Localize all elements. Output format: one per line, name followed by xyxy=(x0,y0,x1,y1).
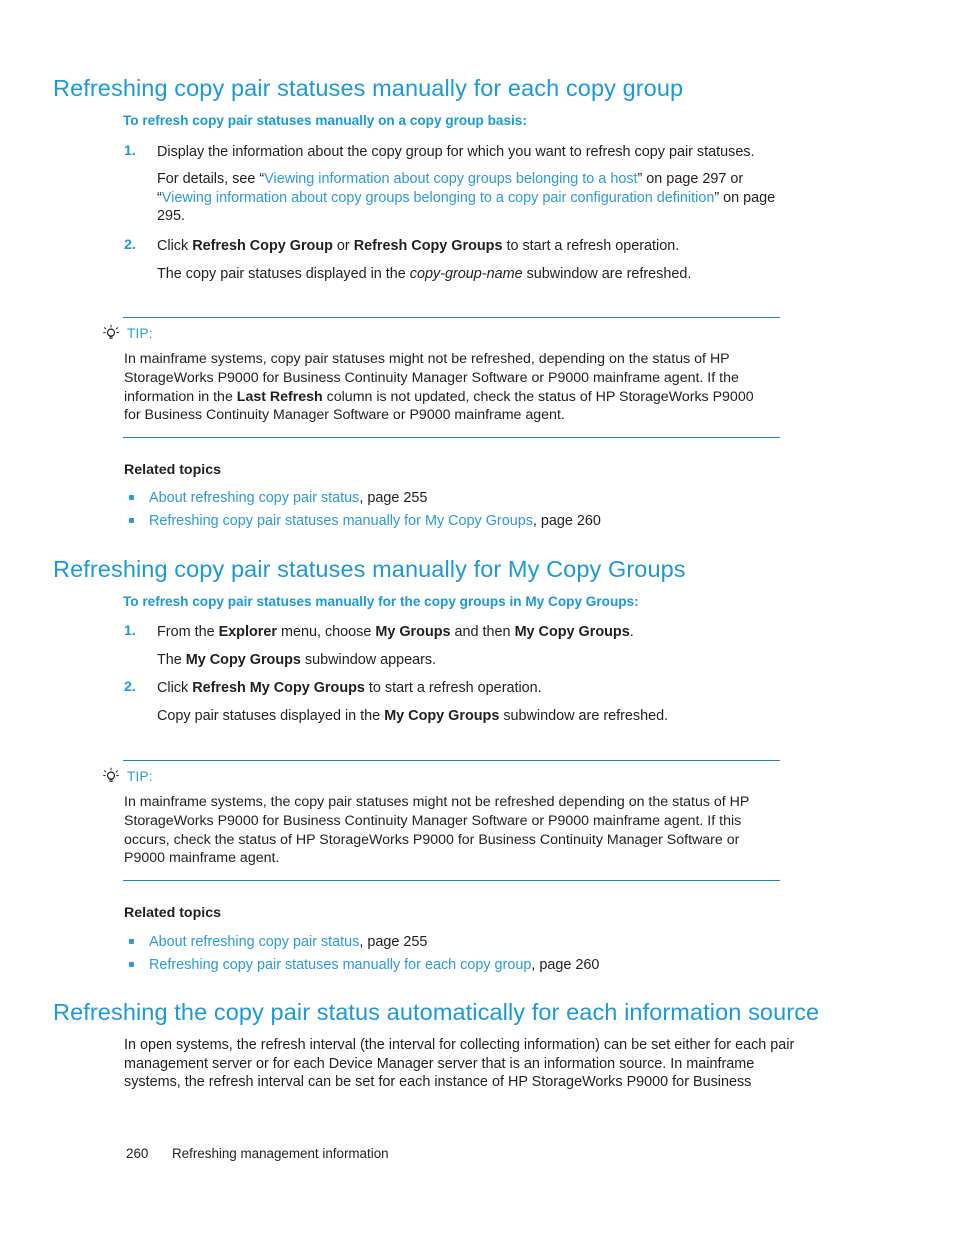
tip-label: TIP: xyxy=(127,326,153,341)
tip-body-text: In mainframe systems, copy pair statuses… xyxy=(124,350,774,425)
list-bullet-icon xyxy=(129,495,134,500)
ui-label-bold: My Groups xyxy=(375,624,451,640)
ui-label-bold: Refresh Copy Groups xyxy=(353,238,503,254)
text-fragment: subwindow appears. xyxy=(300,652,437,668)
step-result-text: The copy pair statuses displayed in the … xyxy=(157,265,802,284)
step-result-text: Copy pair statuses displayed in the My C… xyxy=(157,707,802,726)
detail-prefix: For details, see “ xyxy=(157,171,265,187)
page-reference: , page 255 xyxy=(359,490,428,506)
text-fragment: and then xyxy=(450,624,515,640)
step-detail-text: For details, see “Viewing information ab… xyxy=(157,170,802,226)
list-bullet-icon xyxy=(129,962,134,967)
page-reference: , page 255 xyxy=(359,934,428,950)
step-text: From the Explorer menu, choose My Groups… xyxy=(157,623,802,642)
step-result-text: The My Copy Groups subwindow appears. xyxy=(157,651,802,670)
list-bullet-icon xyxy=(129,518,134,523)
ui-label-bold: My Copy Groups xyxy=(384,708,500,724)
text-fragment: menu, choose xyxy=(276,624,376,640)
step-text: Click Refresh Copy Group or Refresh Copy… xyxy=(157,237,802,256)
cross-reference-link[interactable]: Viewing information about copy groups be… xyxy=(264,171,637,187)
section-heading-2: Refreshing copy pair statuses manually f… xyxy=(53,556,686,582)
list-item: Refreshing copy pair statuses manually f… xyxy=(149,956,599,974)
tip-rule-bottom xyxy=(123,880,780,882)
section-subheading-2: To refresh copy pair statuses manually f… xyxy=(123,594,639,609)
ui-label-bold: My Copy Groups xyxy=(514,624,630,640)
section-subheading-1: To refresh copy pair statuses manually o… xyxy=(123,113,527,128)
cross-reference-link[interactable]: About refreshing copy pair status xyxy=(149,934,359,950)
step-number: 2. xyxy=(124,679,136,695)
page-reference: , page 260 xyxy=(532,513,601,529)
cross-reference-link[interactable]: Refreshing copy pair statuses manually f… xyxy=(149,957,531,973)
ui-label-bold: Refresh Copy Group xyxy=(192,238,333,254)
cross-reference-link[interactable]: Viewing information about copy groups be… xyxy=(162,190,715,206)
step-text: Display the information about the copy g… xyxy=(157,144,755,160)
text-fragment: subwindow are refreshed. xyxy=(522,266,692,282)
ui-label-bold: Refresh My Copy Groups xyxy=(192,680,365,696)
cross-reference-link[interactable]: About refreshing copy pair status xyxy=(149,490,359,506)
variable-italic: copy-group-name xyxy=(409,266,523,282)
lightbulb-icon xyxy=(101,767,121,787)
page-number: 260 xyxy=(126,1146,149,1161)
list-item: Refreshing copy pair statuses manually f… xyxy=(149,512,601,530)
lightbulb-icon xyxy=(101,324,121,344)
page-reference: , page 260 xyxy=(531,957,600,973)
list-bullet-icon xyxy=(129,939,134,944)
section-body-text: In open systems, the refresh interval (t… xyxy=(124,1037,795,1091)
related-topics-title: Related topics xyxy=(124,905,221,921)
step-number: 2. xyxy=(124,237,136,253)
ui-label-bold: Last Refresh xyxy=(236,388,323,405)
tip-rule-bottom xyxy=(123,437,780,439)
text-fragment: or xyxy=(332,238,354,254)
step-number: 1. xyxy=(124,623,136,639)
step-text: Click Refresh My Copy Groups to start a … xyxy=(157,679,802,698)
text-fragment: Copy pair statuses displayed in the xyxy=(157,708,385,724)
tip-label: TIP: xyxy=(127,769,153,784)
text-fragment: to start a refresh operation. xyxy=(502,238,680,254)
text-fragment: Click xyxy=(157,680,193,696)
section-heading-3: Refreshing the copy pair status automati… xyxy=(53,999,820,1025)
tip-rule-top xyxy=(123,760,780,762)
list-item: About refreshing copy pair status, page … xyxy=(149,933,427,951)
ui-label-bold: My Copy Groups xyxy=(185,652,301,668)
footer-chapter-title: Refreshing management information xyxy=(172,1146,389,1161)
text-fragment: subwindow are refreshed. xyxy=(499,708,669,724)
cross-reference-link[interactable]: Refreshing copy pair statuses manually f… xyxy=(149,513,533,529)
text-fragment: The xyxy=(157,652,186,668)
tip-body-text: In mainframe systems, the copy pair stat… xyxy=(124,794,750,867)
related-topics-title: Related topics xyxy=(124,462,221,478)
text-fragment: Click xyxy=(157,238,193,254)
text-fragment: The copy pair statuses displayed in the xyxy=(157,266,410,282)
text-fragment: From the xyxy=(157,624,219,640)
ui-label-bold: Explorer xyxy=(218,624,277,640)
tip-rule-top xyxy=(123,317,780,319)
text-fragment: . xyxy=(629,624,634,640)
step-number: 1. xyxy=(124,143,136,159)
section-heading-1: Refreshing copy pair statuses manually f… xyxy=(53,75,684,101)
document-page: Refreshing copy pair statuses manually f… xyxy=(0,0,954,1235)
text-fragment: to start a refresh operation. xyxy=(364,680,542,696)
list-item: About refreshing copy pair status, page … xyxy=(149,489,427,507)
